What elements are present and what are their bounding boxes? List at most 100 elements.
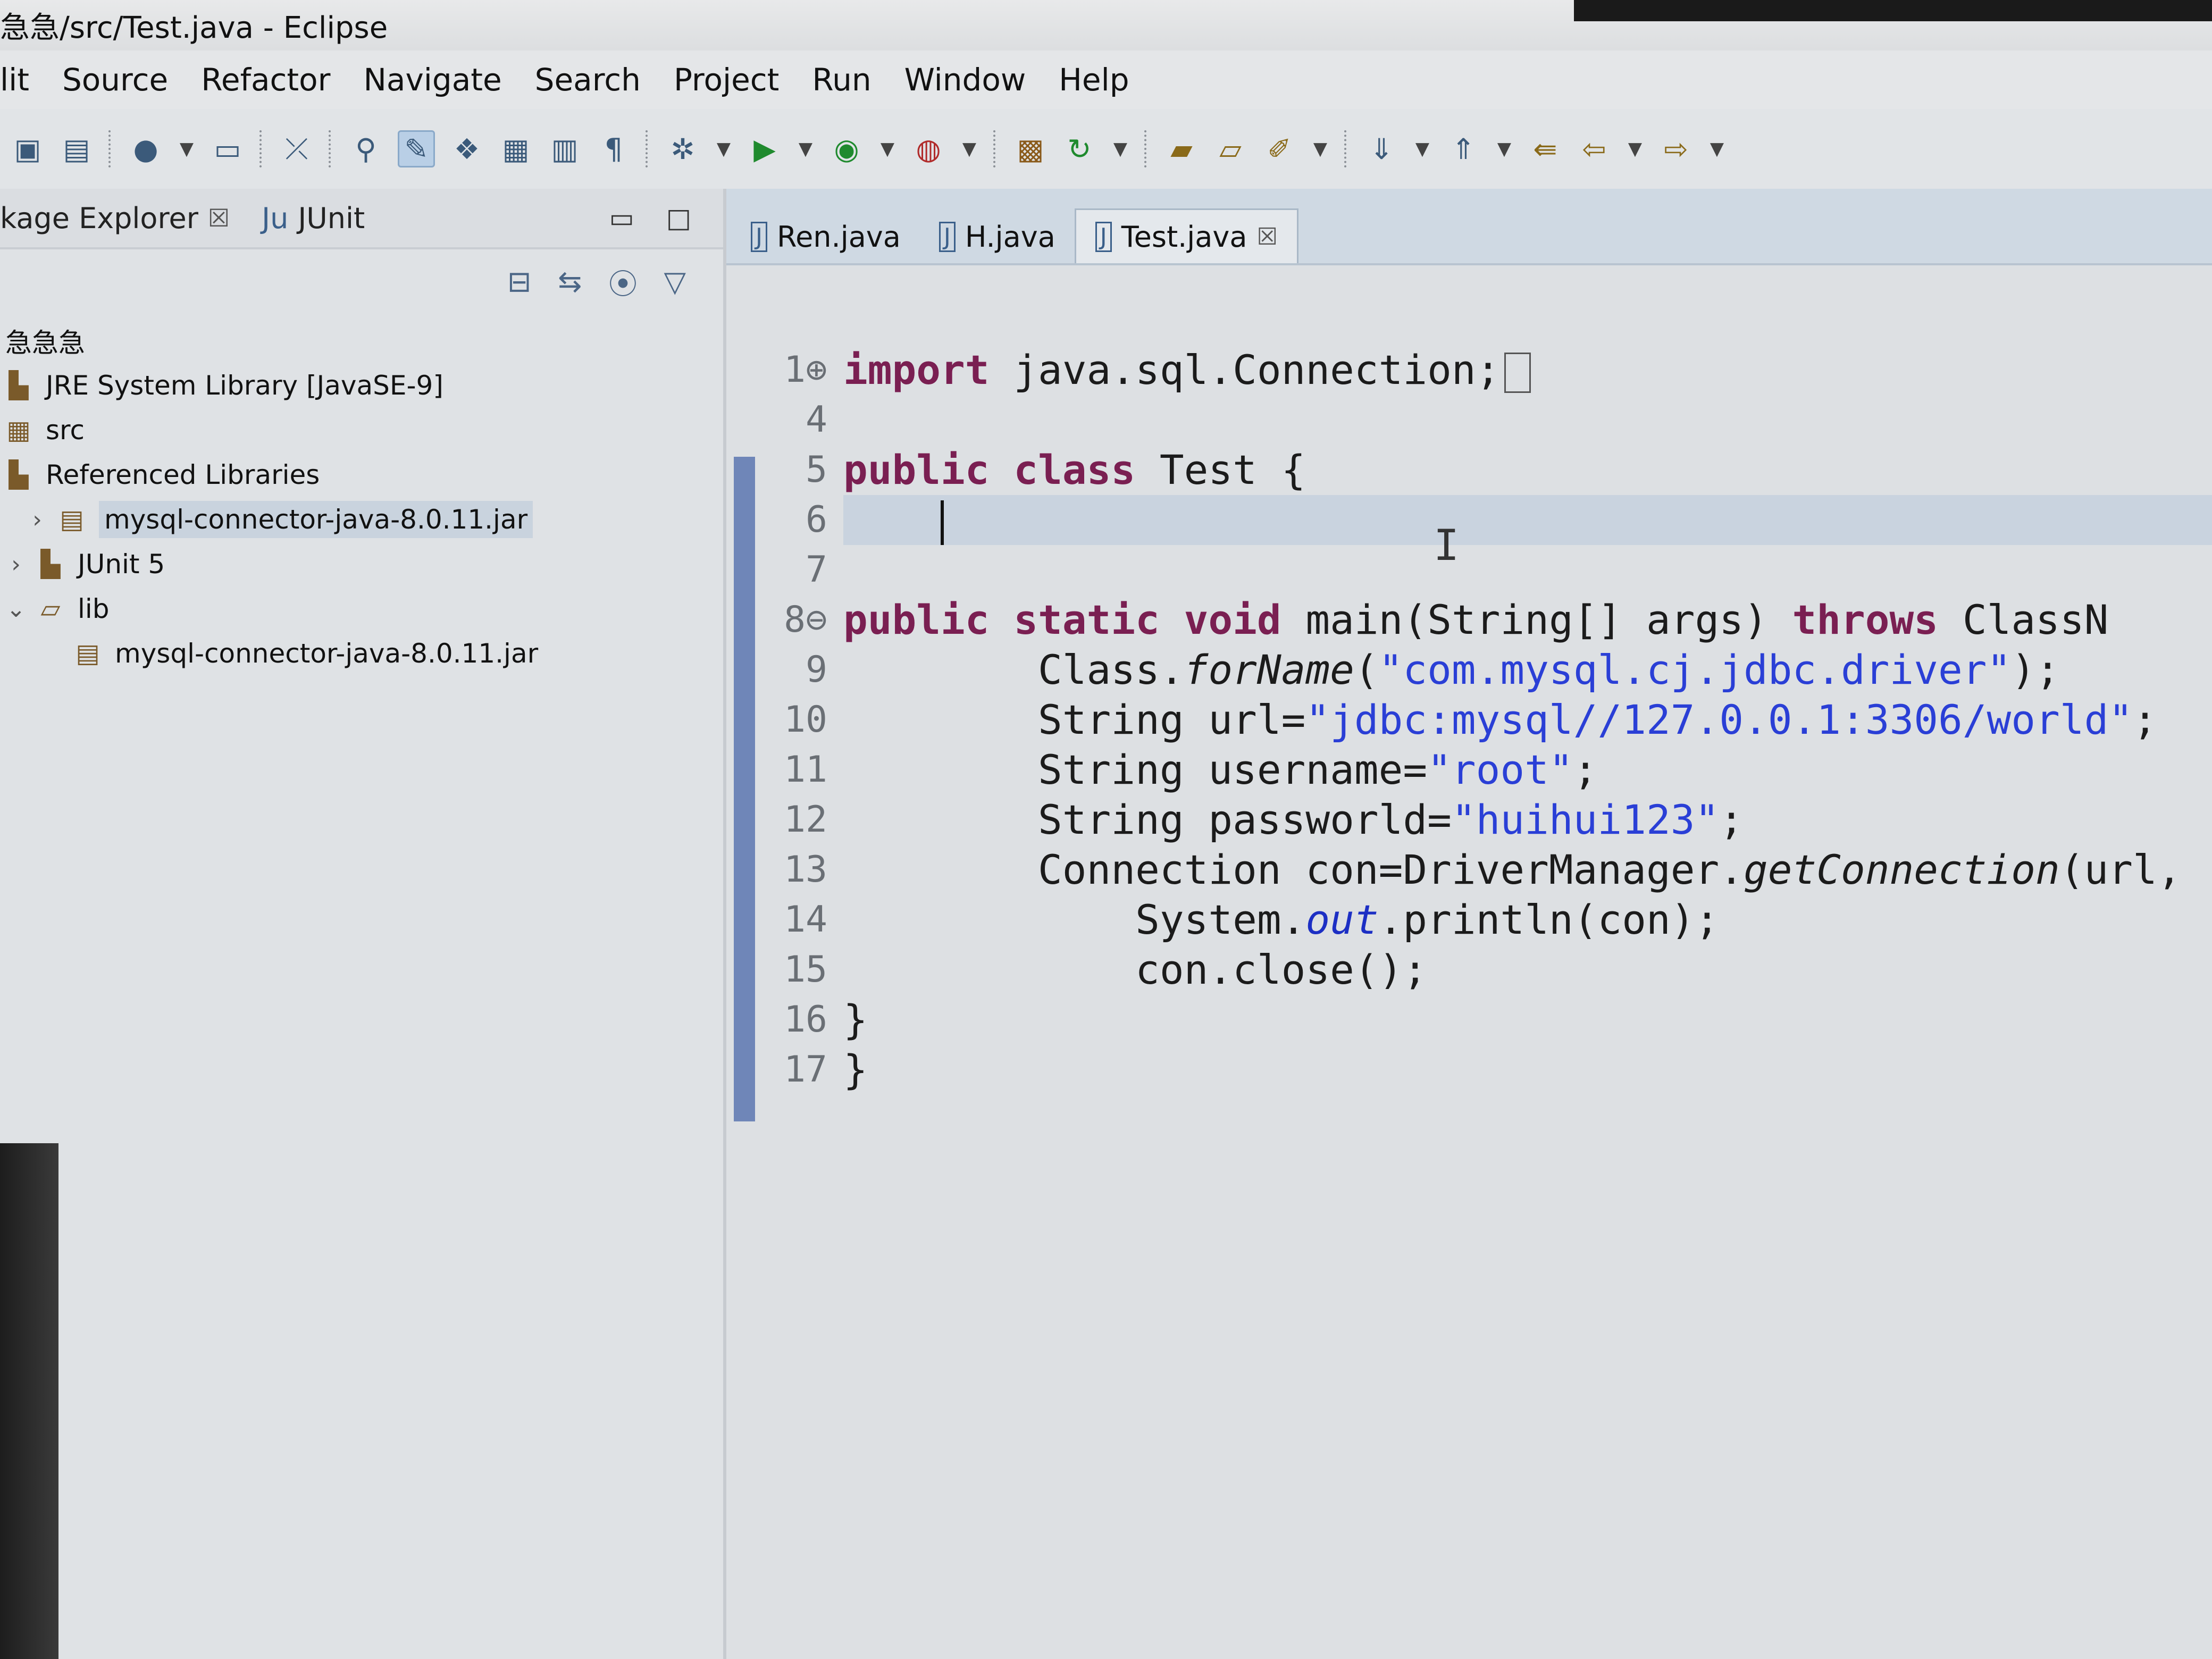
back-icon[interactable]: ⇦ xyxy=(1577,132,1611,166)
toggle-block-icon[interactable]: ▦ xyxy=(499,132,533,166)
tree-item-jar-referenced[interactable]: › ▤ mysql-connector-java-8.0.11.jar xyxy=(0,497,723,542)
paragraph-icon[interactable]: ¶ xyxy=(597,132,631,166)
link-editor-icon[interactable]: ⇆ xyxy=(558,265,582,298)
save-icon[interactable]: ▣ xyxy=(11,132,45,166)
run-last-icon[interactable]: ◍ xyxy=(911,132,945,166)
tree-item-referenced-libraries[interactable]: ▙ Referenced Libraries xyxy=(0,453,723,497)
view-menu-icon[interactable]: ▽ xyxy=(664,265,686,298)
toolbar-separator xyxy=(1344,130,1350,167)
minimize-icon[interactable]: ▭ xyxy=(609,203,634,233)
overview-ruler[interactable] xyxy=(734,457,755,1121)
tab-test-java[interactable]: J Test.java ☒ xyxy=(1074,208,1298,263)
tab-ren-java[interactable]: J Ren.java xyxy=(732,210,920,263)
highlight-icon[interactable]: ✎ xyxy=(398,130,435,167)
coverage-icon[interactable]: ◉ xyxy=(830,132,864,166)
debug-icon[interactable]: ✲ xyxy=(666,132,700,166)
line-number[interactable]: 1⊕ xyxy=(764,345,833,395)
run-icon[interactable]: ▶ xyxy=(748,132,782,166)
tab-package-explorer[interactable]: kage Explorer ☒ xyxy=(0,202,230,235)
menu-window[interactable]: Window xyxy=(904,62,1026,98)
menu-refactor[interactable]: Refactor xyxy=(201,62,330,98)
console-icon[interactable]: ▭ xyxy=(211,132,245,166)
chevron-down-icon[interactable]: ▼ xyxy=(1626,132,1644,166)
menu-search[interactable]: Search xyxy=(535,62,641,98)
chevron-down-icon[interactable]: ▼ xyxy=(1495,132,1513,166)
menu-run[interactable]: Run xyxy=(812,62,871,98)
chevron-down-icon[interactable]: ▼ xyxy=(1111,132,1129,166)
last-edit-icon[interactable]: ⇚ xyxy=(1528,132,1562,166)
toolbar-separator xyxy=(993,130,999,167)
open-type-icon[interactable]: ▰ xyxy=(1164,132,1199,166)
filter-icon[interactable]: ⦿ xyxy=(608,261,637,303)
tab-label: Ren.java xyxy=(776,220,901,254)
menu-edit[interactable]: lit xyxy=(0,62,29,98)
tree-item-lib[interactable]: ⌄ ▱ lib xyxy=(0,586,723,631)
close-icon[interactable]: ☒ xyxy=(1256,223,1277,250)
tree-item-project[interactable]: 急急急 xyxy=(0,319,723,363)
forward-icon[interactable]: ⇨ xyxy=(1659,132,1693,166)
tree-item-jar-lib[interactable]: ▤ mysql-connector-java-8.0.11.jar xyxy=(0,631,723,676)
refresh-icon[interactable]: ↻ xyxy=(1062,132,1096,166)
java-file-icon: J xyxy=(1095,221,1112,252)
code-line-1: import java.sql.Connection; xyxy=(843,345,2212,395)
keyword: class xyxy=(1013,446,1136,493)
line-number: 17 xyxy=(784,1049,827,1091)
tab-junit[interactable]: Ju JUnit xyxy=(262,202,365,235)
close-icon[interactable]: ☒ xyxy=(208,204,230,232)
profile-icon[interactable]: ● xyxy=(129,132,163,166)
search-icon[interactable]: ✐ xyxy=(1262,132,1296,166)
code-line-8: public static void main(String[] args) t… xyxy=(843,595,2212,645)
code-area[interactable]: 1⊕ 4 5 6 7 8⊖ 9 10 11 12 13 14 15 16 17 … xyxy=(726,265,2212,1648)
toggle-whitespace-icon[interactable]: ▥ xyxy=(548,132,582,166)
chevron-down-icon[interactable]: ▼ xyxy=(715,132,733,166)
chevron-down-icon[interactable]: ▼ xyxy=(1311,132,1329,166)
code-text: String url= xyxy=(843,696,1306,743)
maximize-icon[interactable]: □ xyxy=(666,203,691,233)
chevron-down-icon[interactable]: ▼ xyxy=(878,132,896,166)
tree-item-label: mysql-connector-java-8.0.11.jar xyxy=(99,501,533,538)
folded-block-icon[interactable] xyxy=(1504,353,1531,393)
code-lines[interactable]: import java.sql.Connection; public class… xyxy=(843,345,2212,1095)
chevron-down-icon[interactable]: ▼ xyxy=(960,132,978,166)
open-folder-icon[interactable]: ▱ xyxy=(1213,132,1247,166)
prev-annotation-icon[interactable]: ⇑ xyxy=(1446,132,1480,166)
tab-h-java[interactable]: J H.java xyxy=(920,210,1075,263)
tree-item-junit5[interactable]: › ▙ JUnit 5 xyxy=(0,542,723,586)
code-editor: J Ren.java J H.java J Test.java ☒ 1⊕ 4 5… xyxy=(726,189,2212,1659)
line-number: 16 xyxy=(784,999,827,1041)
junit-icon: Ju xyxy=(262,201,289,235)
tree-item-jre[interactable]: ▙ JRE System Library [JavaSE-9] xyxy=(0,363,723,408)
menu-help[interactable]: Help xyxy=(1059,62,1129,98)
string-literal: "com.mysql.cj.jdbc.driver" xyxy=(1378,646,2012,693)
tab-label: Test.java xyxy=(1121,220,1247,254)
pin-icon[interactable]: ⚲ xyxy=(349,132,383,166)
code-text: ; xyxy=(2133,696,2157,743)
save-all-icon[interactable]: ▤ xyxy=(60,132,94,166)
chevron-down-icon[interactable]: ▼ xyxy=(1413,132,1431,166)
code-line-15: con.close(); xyxy=(843,946,1428,993)
chevron-right-icon[interactable]: › xyxy=(21,506,53,533)
tab-label: H.java xyxy=(965,220,1055,254)
text-cursor xyxy=(941,500,944,545)
code-line-11: String username="root"; xyxy=(843,745,2212,795)
chevron-down-icon[interactable]: ⌄ xyxy=(0,596,32,623)
menu-source[interactable]: Source xyxy=(62,62,168,98)
chevron-down-icon[interactable]: ▼ xyxy=(1708,132,1726,166)
tree-item-src[interactable]: ▦ src xyxy=(0,408,723,453)
tree-item-label: lib xyxy=(78,593,110,624)
code-text: (url, xyxy=(2059,846,2182,893)
chevron-down-icon[interactable]: ▼ xyxy=(178,132,196,166)
collapse-all-icon[interactable]: ⊟ xyxy=(507,265,531,298)
mark-occurrences-icon[interactable]: ❖ xyxy=(450,132,484,166)
next-annotation-icon[interactable]: ⇓ xyxy=(1364,132,1398,166)
skip-breakpoints-icon[interactable]: ⤫ xyxy=(280,132,314,166)
menu-navigate[interactable]: Navigate xyxy=(364,62,502,98)
line-number: 4 xyxy=(806,399,827,441)
menu-project[interactable]: Project xyxy=(674,62,779,98)
new-package-icon[interactable]: ▩ xyxy=(1013,132,1048,166)
chevron-down-icon[interactable]: ▼ xyxy=(797,132,815,166)
code-text: .println(con); xyxy=(1378,896,1720,943)
code-line-5: public class Test { xyxy=(843,445,2212,495)
chevron-right-icon[interactable]: › xyxy=(0,551,32,578)
line-number[interactable]: 8⊖ xyxy=(764,595,833,645)
